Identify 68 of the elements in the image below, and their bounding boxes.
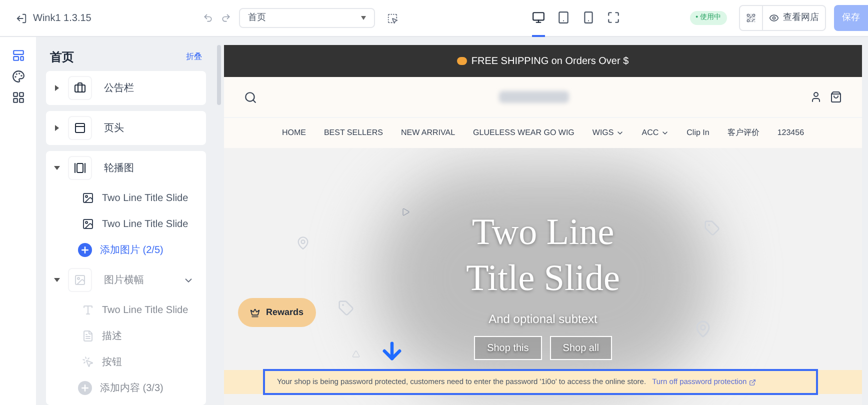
caret-icon[interactable] [54,125,60,131]
select-element-icon[interactable] [387,12,398,24]
nav-link[interactable]: HOME [282,127,306,139]
triangle-icon [402,208,410,216]
nav-link[interactable]: WIGS [592,127,614,139]
section-icon [68,268,92,292]
section-label: 页头 [104,122,124,136]
mobile-icon [582,10,595,24]
exit-icon[interactable] [16,12,27,24]
apps-icon[interactable] [12,91,24,104]
block-label: Two Line Title Slide [102,192,188,206]
button-icon [82,356,94,368]
chevron-icon [616,129,624,137]
nav-link[interactable]: 123456 [777,127,804,139]
tag-icon [338,300,354,316]
collapse-link[interactable]: 折叠 [186,51,202,63]
bag-icon[interactable] [830,91,842,103]
user-icon[interactable] [810,91,822,103]
section-label: 图片横幅 [104,274,144,288]
section-icon [68,156,92,180]
block-label: Two Line Title Slide [102,304,188,318]
section-label: 公告栏 [104,82,134,96]
crown-icon [250,308,260,318]
redo-icon[interactable] [221,13,231,23]
external-link-icon [748,378,756,386]
desktop-icon [532,10,545,24]
logo-placeholder [498,91,568,103]
nav-link[interactable]: 客户评价 [727,127,760,139]
hero-title: Title Slide [466,257,620,301]
image-icon [82,218,94,230]
section-icon [68,76,92,100]
eye-icon [769,13,779,23]
add-icon [78,243,92,257]
add-icon [78,381,92,395]
nav-link[interactable]: NEW ARRIVAL [400,127,456,139]
undo-icon[interactable] [203,13,213,23]
page-select[interactable]: 首页 [239,8,375,28]
block-label: 描述 [102,330,122,344]
search-icon[interactable] [244,90,257,104]
add-item-button[interactable]: 添加图片 (2/5) [46,237,164,263]
pin-icon [296,236,310,250]
hero-subtext: And optional subtext [488,311,598,328]
nav-link[interactable]: BEST SELLERS [324,127,383,139]
section-icon [68,116,92,140]
nav-link[interactable]: GLUELESS WEAR GO WIG [473,127,574,139]
description-icon [82,330,94,342]
block-label: 按钮 [102,356,122,370]
tablet-icon [557,10,570,24]
theme-icon[interactable] [12,70,24,83]
rewards-button[interactable]: Rewards [238,298,316,327]
text-icon [82,304,94,316]
qr-code-icon [746,13,756,23]
nav-link[interactable]: Clip In [686,127,710,139]
triangle-icon [352,350,360,358]
block-label: Two Line Title Slide [102,218,188,232]
layout-icon[interactable] [12,49,24,62]
app-title: Wink1 1.3.15 [33,12,92,26]
image-icon [82,192,94,204]
sidebar-title: 首页 [50,49,74,66]
fullscreen-icon [607,10,620,24]
caret-icon[interactable] [54,165,60,171]
announcement-text: FREE SHIPPING on Orders Over $ [471,54,629,68]
hero-title: Two Line [472,211,614,255]
dropdown-caret-icon [361,16,366,20]
nav-link[interactable]: ACC [642,127,659,139]
chevron-icon [660,129,669,137]
section-label: 轮播图 [104,162,134,176]
caret-icon[interactable] [54,85,60,91]
